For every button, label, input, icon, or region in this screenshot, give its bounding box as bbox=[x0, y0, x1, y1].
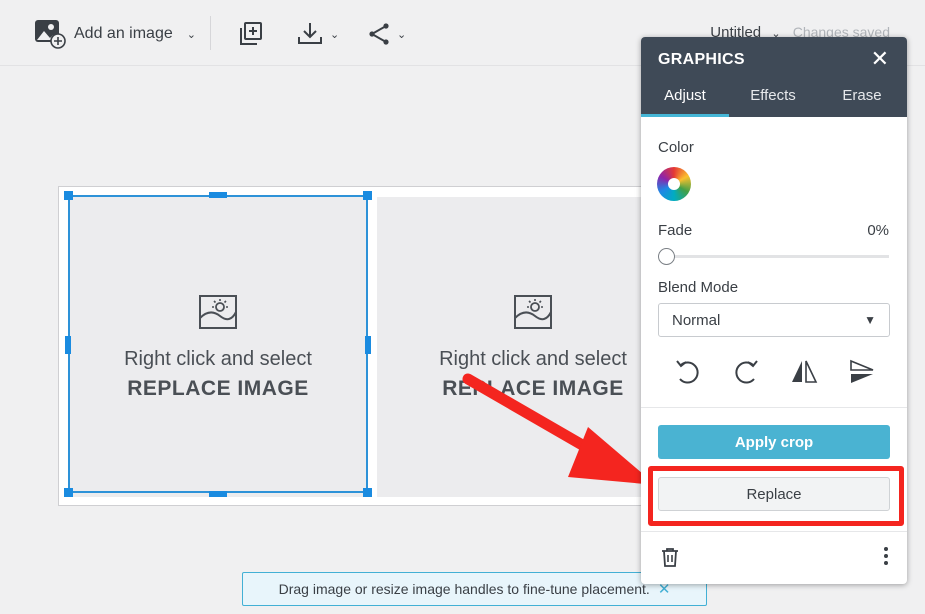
color-label: Color bbox=[658, 139, 694, 156]
add-image-button[interactable]: Add an image ⌄ bbox=[34, 18, 196, 50]
trash-icon[interactable] bbox=[659, 546, 681, 568]
chevron-down-icon: ⌄ bbox=[397, 28, 407, 41]
panel-title: GRAPHICS bbox=[658, 51, 745, 68]
replace-button[interactable]: Replace bbox=[658, 477, 890, 511]
share-button[interactable]: ⌄ bbox=[367, 18, 406, 50]
color-wheel-icon[interactable] bbox=[657, 167, 691, 201]
flip-horizontal-icon[interactable] bbox=[787, 355, 821, 389]
fade-label: Fade bbox=[658, 222, 693, 239]
placement-tip: Drag image or resize image handles to fi… bbox=[242, 572, 707, 606]
fade-value: 0% bbox=[867, 222, 889, 239]
apply-crop-button[interactable]: Apply crop bbox=[658, 425, 890, 459]
annotation-arrow-icon bbox=[462, 373, 656, 485]
rotate-left-icon[interactable] bbox=[671, 355, 705, 389]
chevron-down-icon: ⌄ bbox=[330, 28, 340, 41]
download-button[interactable]: ⌄ bbox=[296, 18, 339, 50]
duplicate-icon bbox=[240, 22, 262, 45]
tab-effects[interactable]: Effects bbox=[729, 84, 817, 117]
rotate-right-icon[interactable] bbox=[729, 355, 763, 389]
chevron-down-icon: ▼ bbox=[864, 313, 876, 327]
placeholder-action: REPLACE IMAGE bbox=[127, 376, 309, 400]
graphics-panel: GRAPHICS ✕ Adjust Effects Erase Color Fa… bbox=[641, 37, 907, 584]
transform-tools bbox=[641, 355, 907, 395]
panel-divider bbox=[641, 531, 907, 532]
blend-mode-value: Normal bbox=[672, 311, 721, 329]
share-icon bbox=[369, 23, 389, 45]
tip-text: Drag image or resize image handles to fi… bbox=[278, 581, 650, 597]
image-placeholder-icon bbox=[199, 294, 237, 329]
placeholder-instruction: Right click and select bbox=[124, 347, 312, 370]
resize-handle-top-right[interactable] bbox=[363, 191, 372, 200]
resize-handle-bottom-right[interactable] bbox=[363, 488, 372, 497]
resize-handle-top[interactable] bbox=[209, 192, 227, 198]
download-icon bbox=[298, 23, 322, 44]
resize-handle-right[interactable] bbox=[365, 336, 371, 354]
panel-divider bbox=[641, 407, 907, 408]
fade-slider-handle[interactable] bbox=[658, 248, 675, 265]
panel-tabs: Adjust Effects Erase bbox=[641, 84, 907, 117]
close-icon[interactable]: ✕ bbox=[871, 48, 889, 70]
flip-vertical-icon[interactable] bbox=[845, 355, 879, 389]
blend-mode-select[interactable]: Normal ▼ bbox=[658, 303, 890, 337]
duplicate-page-button[interactable] bbox=[238, 18, 264, 50]
resize-handle-bottom-left[interactable] bbox=[64, 488, 73, 497]
resize-handle-bottom[interactable] bbox=[209, 491, 227, 497]
resize-handle-left[interactable] bbox=[65, 336, 71, 354]
tab-adjust[interactable]: Adjust bbox=[641, 84, 729, 117]
toolbar-divider bbox=[210, 16, 211, 50]
panel-header: GRAPHICS ✕ Adjust Effects Erase bbox=[641, 37, 907, 117]
resize-handle-top-left[interactable] bbox=[64, 191, 73, 200]
add-image-icon bbox=[35, 20, 66, 49]
add-image-label: Add an image bbox=[74, 25, 173, 42]
blend-mode-label: Blend Mode bbox=[658, 279, 739, 296]
chevron-down-icon: ⌄ bbox=[186, 28, 196, 41]
tab-erase[interactable]: Erase bbox=[817, 84, 907, 117]
image-placeholder-icon bbox=[514, 294, 552, 329]
more-options-icon[interactable] bbox=[883, 547, 889, 569]
image-placeholder[interactable]: Right click and select REPLACE IMAGE bbox=[69, 197, 367, 497]
fade-slider-track[interactable] bbox=[667, 255, 889, 258]
